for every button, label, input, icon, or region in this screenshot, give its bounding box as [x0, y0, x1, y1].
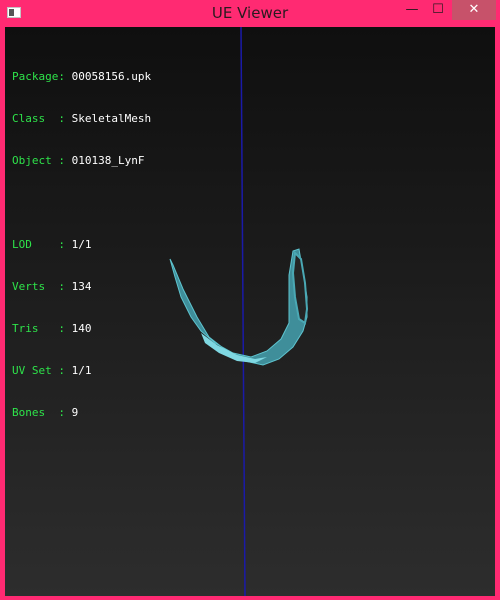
uvset-value: 1/1 [71, 364, 92, 377]
object-value: 010138_LynF [71, 154, 145, 167]
lod-value: 1/1 [71, 238, 92, 251]
bones-row: Bones : 9 [12, 406, 151, 420]
object-label: Object : [12, 154, 65, 167]
minimize-button[interactable]: — [400, 0, 424, 20]
tris-row: Tris : 140 [12, 322, 151, 336]
class-row: Class : SkeletalMesh [12, 112, 151, 126]
bones-value: 9 [71, 406, 79, 419]
uvset-row: UV Set : 1/1 [12, 364, 151, 378]
class-label: Class : [12, 112, 65, 125]
object-row: Object : 010138_LynF [12, 154, 151, 168]
mesh-info-panel: Package: 00058156.upk Class : SkeletalMe… [12, 42, 151, 448]
lod-label: LOD : [12, 238, 65, 251]
class-value: SkeletalMesh [71, 112, 152, 125]
window-title: UE Viewer [211, 4, 289, 22]
skeletal-mesh-shape [169, 248, 308, 366]
uvset-label: UV Set : [12, 364, 65, 377]
tris-value: 140 [71, 322, 92, 335]
package-row: Package: 00058156.upk [12, 70, 151, 84]
vertical-axis-line [240, 27, 246, 596]
close-button[interactable]: ✕ [452, 0, 496, 20]
3d-viewport[interactable]: Package: 00058156.upk Class : SkeletalMe… [5, 27, 495, 596]
verts-value: 134 [71, 280, 92, 293]
maximize-icon: ☐ [432, 2, 444, 17]
title-bar[interactable]: UE Viewer — ☐ ✕ [0, 0, 500, 27]
app-window: UE Viewer — ☐ ✕ Package: 00058156.upk Cl… [0, 0, 500, 600]
package-value: 00058156.upk [71, 70, 152, 83]
package-label: Package: [12, 70, 65, 83]
verts-row: Verts : 134 [12, 280, 151, 294]
close-icon: ✕ [468, 2, 480, 17]
maximize-button[interactable]: ☐ [426, 0, 450, 20]
bones-label: Bones : [12, 406, 65, 419]
minimize-icon: — [405, 2, 419, 17]
tris-label: Tris : [12, 322, 65, 335]
lod-row: LOD : 1/1 [12, 238, 151, 252]
verts-label: Verts : [12, 280, 65, 293]
